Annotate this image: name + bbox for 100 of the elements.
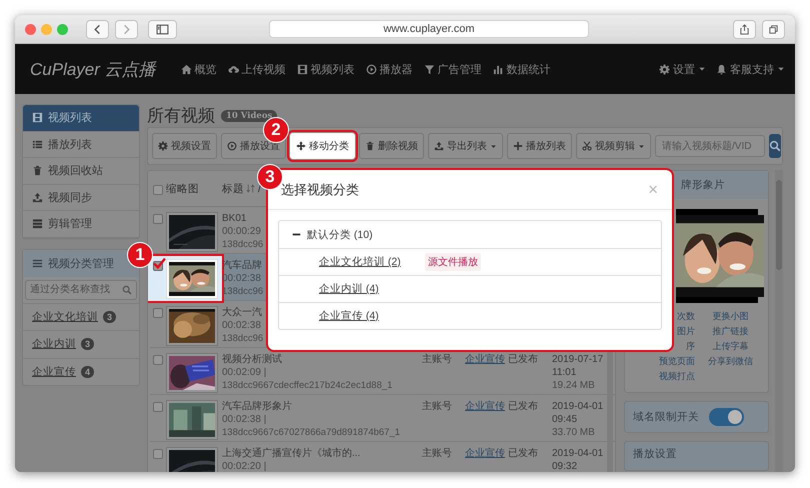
category-link[interactable]: 企业宣传 bbox=[465, 401, 505, 412]
toggle-switch[interactable] bbox=[709, 408, 744, 426]
duration: 00:02:09 | bbox=[222, 366, 266, 379]
caret-icon bbox=[490, 142, 497, 150]
table-row[interactable]: 汽车品牌形象片 00:02:38 | 138dcc9667c67027866a79d891874b67_1 主账号 企业宣传 已发布 2019-04-01 09:45 33.70 MB bbox=[150, 395, 615, 442]
tree-node[interactable]: 企业内训 (4) bbox=[319, 282, 379, 296]
scissors-icon bbox=[582, 141, 592, 151]
trash-icon bbox=[365, 141, 375, 151]
thumbnail[interactable] bbox=[166, 212, 218, 252]
share-icon bbox=[739, 24, 750, 34]
video-title[interactable]: 上海交通广播宣传片《城市的... bbox=[222, 447, 360, 460]
caret-icon bbox=[638, 142, 645, 150]
action-link[interactable]: 视频打点 bbox=[625, 369, 695, 384]
category-link[interactable]: 企业内训 bbox=[32, 337, 76, 352]
nav-item[interactable]: 概览 bbox=[180, 62, 217, 76]
back-button[interactable] bbox=[86, 20, 109, 38]
toolbar-button[interactable]: 移动分类 bbox=[290, 133, 355, 159]
row-checkbox[interactable] bbox=[153, 355, 163, 365]
count-badge: 4 bbox=[81, 366, 94, 378]
select-all-checkbox[interactable] bbox=[153, 184, 163, 194]
category-link[interactable]: 企业宣传 bbox=[465, 448, 505, 459]
toolbar-button[interactable]: 播放列表 bbox=[507, 133, 572, 159]
tabs-button[interactable] bbox=[762, 20, 785, 38]
thumbnail[interactable] bbox=[166, 306, 218, 346]
search-button[interactable] bbox=[769, 134, 781, 158]
category-search-field[interactable]: 通过分类名称查找 bbox=[25, 280, 137, 300]
duration: 00:02:38 | bbox=[222, 413, 266, 426]
tree-node[interactable]: 默认分类 (10) bbox=[307, 228, 373, 242]
action-link[interactable]: 推广链接 bbox=[701, 324, 760, 339]
nav-item[interactable]: 广告管理 bbox=[424, 62, 482, 76]
toolbar-button[interactable]: 导出列表 bbox=[428, 133, 503, 159]
video-id: 138dcc9667cdecffec217b24c2ec1d88_1 bbox=[222, 379, 392, 392]
panel-title: 播放设置 bbox=[633, 448, 677, 460]
nav-item[interactable]: 上传视频 bbox=[228, 62, 286, 76]
scrollbar[interactable] bbox=[775, 170, 783, 472]
row-checkbox[interactable] bbox=[153, 308, 163, 318]
video-title[interactable]: BK01 bbox=[222, 212, 246, 225]
status-cell-text: 已发布 bbox=[508, 447, 539, 460]
category-link[interactable]: 企业宣传 bbox=[465, 354, 505, 365]
settings-icon bbox=[659, 64, 670, 74]
date-cell: 2019-07-17 bbox=[552, 353, 604, 366]
column-header[interactable]: 标题 bbox=[222, 182, 244, 196]
sidebar-item[interactable]: 播放列表 bbox=[23, 132, 139, 158]
nav-item[interactable]: 视频列表 bbox=[296, 62, 355, 76]
category-link[interactable]: 企业宣传 bbox=[32, 364, 76, 379]
action-link[interactable]: 预览页面 bbox=[625, 354, 695, 369]
size-cell: 33.70 MB bbox=[552, 426, 595, 439]
sidebar-item[interactable]: 视频同步 bbox=[23, 184, 139, 211]
tree-node[interactable]: 企业文化培训 (2) bbox=[319, 255, 401, 269]
zoom-window-control[interactable] bbox=[57, 24, 68, 34]
stack-icon bbox=[32, 218, 43, 230]
sidebar-item[interactable]: 视频回收站 bbox=[23, 158, 139, 184]
video-title[interactable]: 汽车品牌形象片 bbox=[222, 400, 292, 413]
thumbnail[interactable] bbox=[166, 353, 218, 393]
video-title[interactable]: 大众一汽 bbox=[222, 306, 262, 319]
film-icon bbox=[296, 64, 308, 74]
film-icon bbox=[32, 112, 43, 124]
close-window-control[interactable] bbox=[25, 24, 36, 34]
sidebar-item[interactable]: 视频列表 bbox=[23, 105, 139, 132]
sidebar-item[interactable]: 剪辑管理 bbox=[23, 211, 139, 238]
sidebar-button[interactable] bbox=[148, 20, 177, 38]
move-icon bbox=[296, 141, 306, 151]
forward-button[interactable] bbox=[115, 20, 138, 38]
nav-menu[interactable]: 客服支持 bbox=[716, 62, 785, 76]
time-cell: 09:45 bbox=[552, 413, 578, 426]
video-title[interactable]: 视频分析测试 bbox=[222, 353, 282, 366]
toolbar-button[interactable]: 视频剪辑 bbox=[576, 133, 651, 159]
count-badge: 10 Videos bbox=[221, 110, 278, 122]
toolbar-button[interactable]: 视频设置 bbox=[152, 133, 217, 159]
close-button[interactable]: × bbox=[648, 181, 658, 198]
toolbar-button[interactable]: 删除视频 bbox=[359, 133, 424, 159]
play-circle-icon bbox=[366, 64, 377, 74]
duration: 00:02:20 | bbox=[222, 460, 266, 472]
action-link[interactable]: 上传字幕 bbox=[701, 339, 760, 354]
search-icon bbox=[769, 140, 781, 152]
logo[interactable]: CuPlayer 云点播 bbox=[30, 58, 156, 80]
sidebar-icon bbox=[156, 22, 169, 36]
nav-item[interactable]: 播放器 bbox=[366, 62, 413, 76]
nav-menu[interactable]: 设置 bbox=[659, 62, 706, 76]
video-id: 138dcc9667c67027866a79d891874b67_1 bbox=[222, 426, 400, 439]
funnel-icon bbox=[424, 64, 435, 74]
tabs-icon bbox=[768, 24, 779, 34]
row-checkbox[interactable] bbox=[153, 449, 163, 459]
address-bar[interactable]: www.cuplayer.com bbox=[269, 20, 589, 38]
action-link[interactable]: 分享到微信 bbox=[701, 354, 760, 369]
category-link[interactable]: 企业文化培训 bbox=[32, 310, 98, 324]
search-field[interactable]: 请输入视频标题/VID bbox=[655, 135, 765, 157]
action-link[interactable]: 更换小图 bbox=[701, 309, 760, 324]
bar-chart-icon bbox=[492, 64, 504, 74]
caret-icon bbox=[777, 65, 785, 73]
thumbnail[interactable] bbox=[166, 400, 218, 440]
settings-icon bbox=[158, 141, 168, 151]
share-button[interactable] bbox=[733, 20, 756, 38]
row-checkbox[interactable] bbox=[153, 402, 163, 412]
nav-item[interactable]: 数据统计 bbox=[492, 62, 551, 76]
tree-node[interactable]: 企业宣传 (4) bbox=[319, 309, 379, 323]
video-id: 138dcc96 bbox=[222, 238, 264, 251]
tray-icon bbox=[32, 192, 43, 203]
row-checkbox[interactable] bbox=[153, 214, 163, 224]
account-cell-text: 主账号 bbox=[422, 447, 453, 460]
